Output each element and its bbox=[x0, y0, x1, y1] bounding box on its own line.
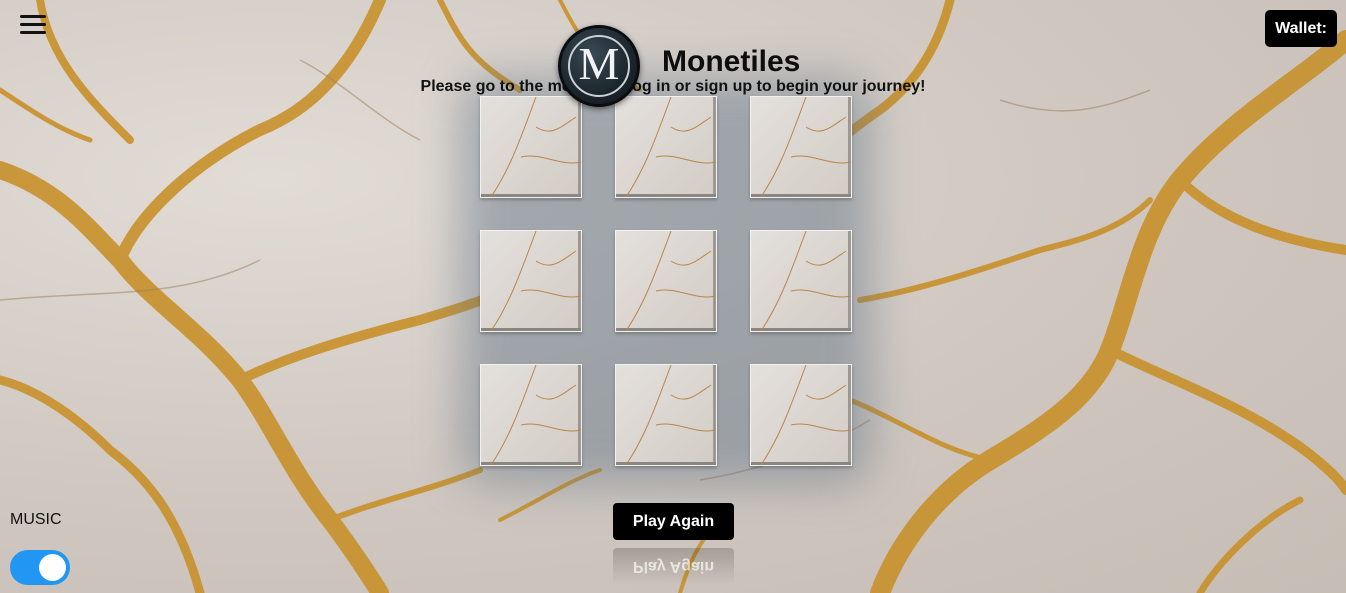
tile-1[interactable] bbox=[480, 96, 582, 198]
app-title: Monetiles bbox=[662, 45, 801, 78]
tile-2[interactable] bbox=[615, 96, 717, 198]
tile-board bbox=[460, 76, 871, 485]
tile-8[interactable] bbox=[615, 364, 717, 466]
login-prompt-text: Please go to the menu and log in or sign… bbox=[420, 78, 926, 95]
tile-4[interactable] bbox=[480, 230, 582, 332]
tile-5[interactable] bbox=[615, 230, 717, 332]
tile-3[interactable] bbox=[750, 96, 852, 198]
music-label: MUSIC bbox=[10, 511, 62, 528]
menu-bar-bottom bbox=[20, 31, 46, 34]
music-toggle[interactable] bbox=[10, 550, 70, 585]
tile-6[interactable] bbox=[750, 230, 852, 332]
menu-bar-top bbox=[20, 15, 46, 18]
play-again-reflection: Play Again bbox=[613, 548, 734, 585]
music-toggle-knob bbox=[39, 554, 66, 581]
tile-9[interactable] bbox=[750, 364, 852, 466]
play-again-button[interactable]: Play Again bbox=[613, 503, 734, 540]
menu-bar-middle bbox=[20, 23, 46, 26]
logo-letter: M bbox=[578, 38, 620, 89]
tile-7[interactable] bbox=[480, 364, 582, 466]
wallet-button[interactable]: Wallet: bbox=[1265, 10, 1337, 47]
monetiles-logo: M bbox=[558, 25, 640, 107]
hamburger-menu-icon[interactable] bbox=[20, 15, 46, 35]
